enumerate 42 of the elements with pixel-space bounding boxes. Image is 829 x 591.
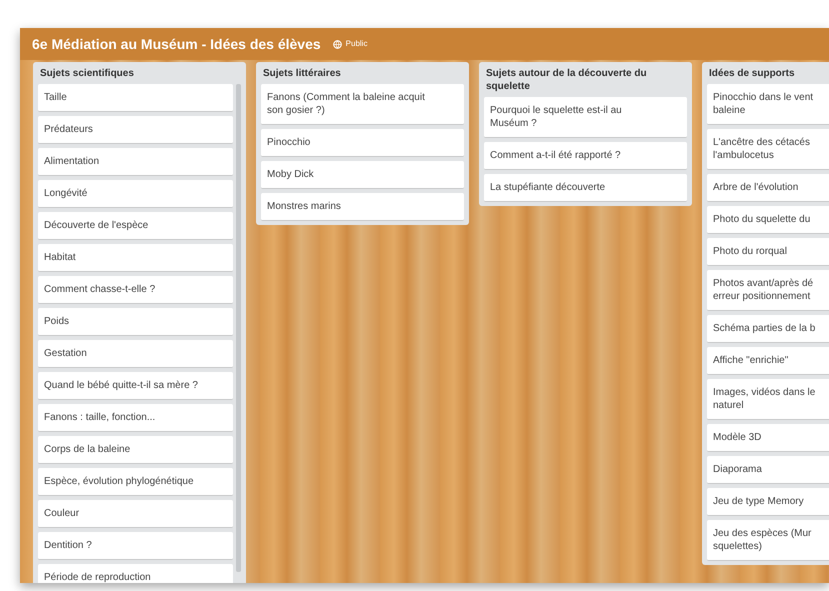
card[interactable]: Jeu des espèces (Mur squelettes) [707,520,829,561]
card[interactable]: Photo du rorqual [707,238,829,266]
card[interactable]: Espèce, évolution phylogénétique [38,468,233,496]
card[interactable]: Prédateurs [38,116,233,144]
card[interactable]: Période de reproduction [38,564,233,583]
card[interactable]: Pourquoi le squelette est-il au Muséum ? [484,97,687,138]
card[interactable]: Comment a-t-il été rapporté ? [484,142,687,170]
card[interactable]: Fanons (Comment la baleine acquit son gosier ?) [261,84,464,125]
list-title: Sujets autour de la découverte du squelette [485,67,648,94]
card[interactable]: Quand le bébé quitte-t-il sa mère ? [38,372,233,400]
card[interactable]: Taille [38,84,233,112]
list-title: Idées de supports [708,67,796,81]
card[interactable]: Moby Dick [261,161,464,189]
card[interactable]: Arbre de l'évolution [707,174,829,202]
card[interactable]: Schéma parties de la b [707,315,829,343]
card[interactable]: Comment chasse-t-elle ? [38,276,233,304]
card[interactable]: Longévité [38,180,233,208]
list-title: Sujets scientifiques [39,67,135,81]
card[interactable]: Couleur [38,500,233,528]
card[interactable]: Pinocchio [261,129,464,157]
card[interactable]: Fanons : taille, fonction... [38,404,233,432]
card[interactable]: Monstres marins [261,193,464,221]
globe-icon [332,40,342,48]
card[interactable]: La stupéfiante découverte [484,174,687,202]
card[interactable]: Corps de la baleine [38,436,233,464]
card[interactable]: Découverte de l'espèce [38,212,233,240]
card[interactable]: L'ancêtre des cétacés l'ambulocetus [707,129,829,170]
card[interactable]: Jeu de type Memory [707,488,829,516]
card[interactable]: Affiche "enrichie" [707,347,829,375]
card[interactable]: Pinocchio dans le vent baleine [707,84,829,125]
card[interactable]: Images, vidéos dans le naturel [707,379,829,420]
card[interactable]: Photo du squelette du [707,206,829,234]
card[interactable]: Dentition ? [38,532,233,560]
card[interactable]: Diaporama [707,456,829,484]
list-title: Sujets littéraires [262,67,342,81]
card[interactable]: Modèle 3D [707,424,829,452]
card[interactable]: Gestation [38,340,233,368]
card[interactable]: Habitat [38,244,233,272]
scrollbar[interactable] [236,84,241,572]
card[interactable]: Poids [38,308,233,336]
card[interactable]: Alimentation [38,148,233,176]
card[interactable]: Photos avant/après dé erreur positionnement [707,270,829,311]
